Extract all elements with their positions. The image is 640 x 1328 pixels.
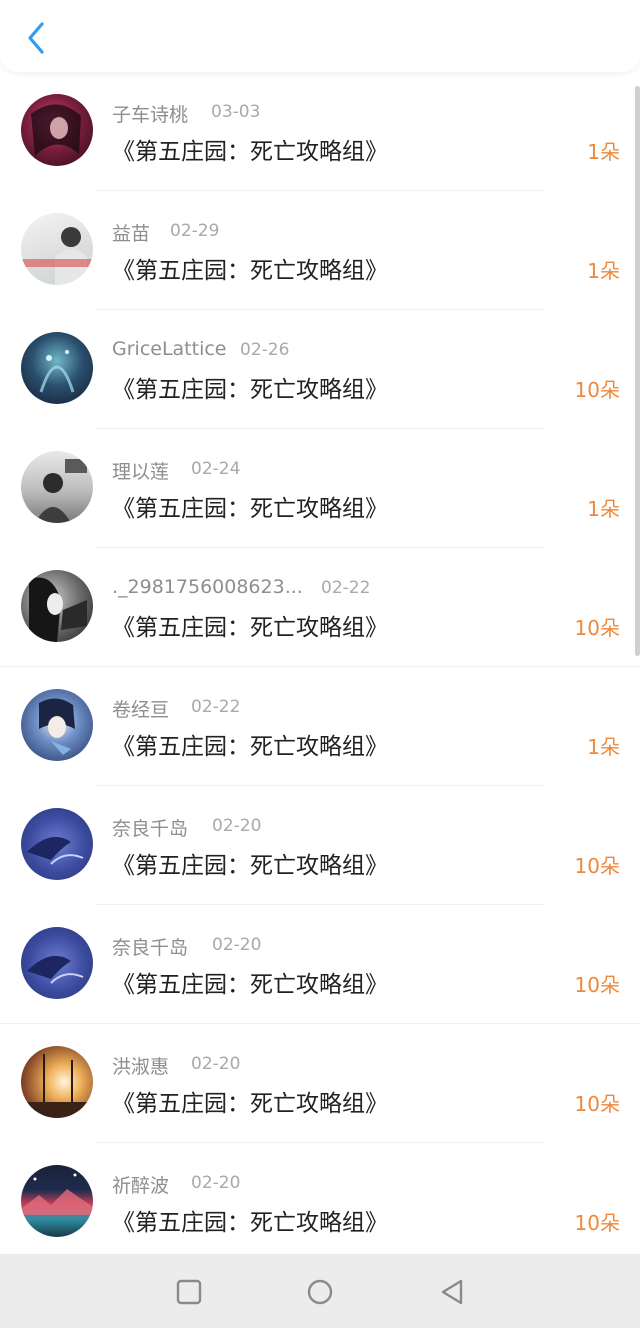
- list-item[interactable]: GriceLattice 02-26 《第五庄园：死亡攻略组》 10朵: [0, 310, 640, 429]
- recents-button[interactable]: [169, 1272, 209, 1312]
- home-button[interactable]: [300, 1272, 340, 1312]
- gift-record-list[interactable]: 子车诗桃 03-03 《第五庄园：死亡攻略组》 1朵 益苗 02-29 《第五庄…: [0, 72, 640, 1254]
- gift-date: 02-20: [212, 935, 262, 955]
- book-title: 《第五庄园：死亡攻略组》: [112, 1210, 388, 1236]
- gift-amount: 10朵: [574, 616, 620, 640]
- gift-date: 02-20: [191, 1173, 241, 1193]
- gift-amount: 10朵: [574, 854, 620, 878]
- scrollbar[interactable]: [635, 86, 640, 656]
- user-name: 奈良千岛: [112, 937, 189, 959]
- top-bar: [0, 0, 640, 72]
- avatar[interactable]: [21, 570, 93, 642]
- chevron-left-icon: [28, 22, 44, 54]
- book-title: 《第五庄园：死亡攻略组》: [112, 853, 388, 879]
- user-name: 卷经亘: [112, 699, 170, 721]
- avatar[interactable]: [21, 1046, 93, 1118]
- gift-date: 02-26: [240, 340, 290, 360]
- gift-amount: 10朵: [574, 1211, 620, 1235]
- user-name: ._2981756008623...: [112, 576, 303, 598]
- book-title: 《第五庄园：死亡攻略组》: [112, 734, 388, 760]
- circle-icon: [307, 1279, 333, 1305]
- user-name: 理以莲: [112, 461, 170, 483]
- user-name: 奈良千岛: [112, 818, 189, 840]
- gift-date: 02-22: [191, 697, 241, 717]
- book-title: 《第五庄园：死亡攻略组》: [112, 1091, 388, 1117]
- avatar[interactable]: [21, 1165, 93, 1237]
- user-name: 祈醉波: [112, 1175, 170, 1197]
- avatar[interactable]: [21, 451, 93, 523]
- book-title: 《第五庄园：死亡攻略组》: [112, 258, 388, 284]
- user-name: 子车诗桃: [112, 104, 189, 126]
- list-item[interactable]: 奈良千岛 02-20 《第五庄园：死亡攻略组》 10朵: [0, 786, 640, 905]
- gift-amount: 10朵: [574, 1092, 620, 1116]
- list-item[interactable]: ._2981756008623... 02-22 《第五庄园：死亡攻略组》 10…: [0, 548, 640, 667]
- gift-amount: 1朵: [587, 140, 620, 164]
- list-item[interactable]: 卷经亘 02-22 《第五庄园：死亡攻略组》 1朵: [0, 667, 640, 786]
- avatar[interactable]: [21, 213, 93, 285]
- book-title: 《第五庄园：死亡攻略组》: [112, 139, 388, 165]
- gift-amount: 1朵: [587, 497, 620, 521]
- book-title: 《第五庄园：死亡攻略组》: [112, 615, 388, 641]
- list-item[interactable]: 益苗 02-29 《第五庄园：死亡攻略组》 1朵: [0, 191, 640, 310]
- gift-date: 03-03: [211, 102, 261, 122]
- book-title: 《第五庄园：死亡攻略组》: [112, 377, 388, 403]
- nav-back-button[interactable]: [432, 1272, 472, 1312]
- list-item[interactable]: 子车诗桃 03-03 《第五庄园：死亡攻略组》 1朵: [0, 72, 640, 191]
- user-name: 洪淑惠: [112, 1056, 170, 1078]
- list-item[interactable]: 理以莲 02-24 《第五庄园：死亡攻略组》 1朵: [0, 429, 640, 548]
- avatar[interactable]: [21, 332, 93, 404]
- gift-amount: 10朵: [574, 973, 620, 997]
- book-title: 《第五庄园：死亡攻略组》: [112, 972, 388, 998]
- gift-date: 02-20: [191, 1054, 241, 1074]
- gift-amount: 1朵: [587, 259, 620, 283]
- triangle-back-icon: [441, 1279, 463, 1305]
- avatar[interactable]: [21, 808, 93, 880]
- avatar[interactable]: [21, 689, 93, 761]
- gift-date: 02-24: [191, 459, 241, 479]
- gift-date: 02-20: [212, 816, 262, 836]
- list-item[interactable]: 祈醉波 02-20 《第五庄园：死亡攻略组》 10朵: [0, 1143, 640, 1254]
- user-name: 益苗: [112, 223, 151, 245]
- book-title: 《第五庄园：死亡攻略组》: [112, 496, 388, 522]
- gift-date: 02-22: [321, 578, 371, 598]
- gift-date: 02-29: [170, 221, 220, 241]
- avatar[interactable]: [21, 927, 93, 999]
- square-icon: [176, 1279, 202, 1305]
- user-name: GriceLattice: [112, 338, 227, 360]
- list-item[interactable]: 奈良千岛 02-20 《第五庄园：死亡攻略组》 10朵: [0, 905, 640, 1024]
- system-nav-bar: [0, 1254, 640, 1328]
- gift-amount: 10朵: [574, 378, 620, 402]
- list-item[interactable]: 洪淑惠 02-20 《第五庄园：死亡攻略组》 10朵: [0, 1024, 640, 1143]
- gift-amount: 1朵: [587, 735, 620, 759]
- avatar[interactable]: [21, 94, 93, 166]
- back-button[interactable]: [18, 18, 54, 58]
